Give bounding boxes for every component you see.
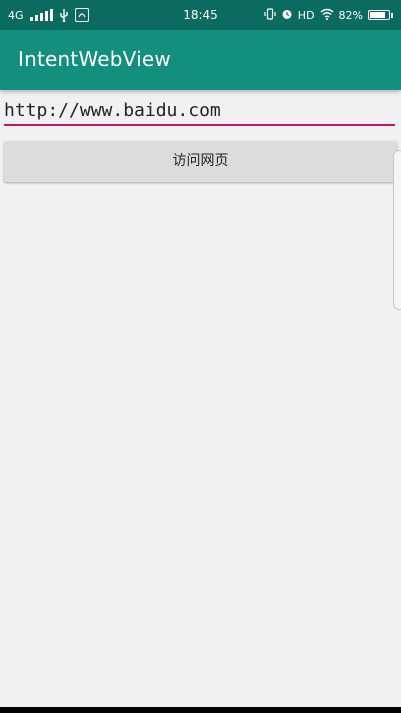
usb-icon — [59, 8, 69, 22]
alarm-icon — [281, 8, 293, 23]
app-notification-icon — [74, 8, 89, 22]
vibrate-icon — [264, 7, 276, 23]
url-input[interactable] — [4, 96, 395, 124]
wifi-icon — [320, 8, 334, 23]
status-left: 4G — [8, 8, 89, 22]
status-right: HD 82% — [264, 7, 393, 23]
app-bar: IntentWebView — [0, 30, 401, 90]
bottom-bar — [0, 707, 401, 713]
app-title: IntentWebView — [18, 47, 171, 71]
hd-label: HD — [297, 8, 315, 22]
status-bar: 4G 18:45 HD 82% — [0, 0, 401, 30]
battery-percent: 82% — [338, 8, 363, 22]
battery-charging-icon — [368, 10, 393, 20]
network-type: 4G — [8, 8, 24, 22]
url-field — [4, 96, 395, 128]
visit-webpage-button[interactable]: 访问网页 — [4, 141, 397, 182]
signal-icon — [29, 9, 53, 21]
edge-handle[interactable] — [393, 150, 401, 310]
url-underline — [4, 124, 395, 126]
